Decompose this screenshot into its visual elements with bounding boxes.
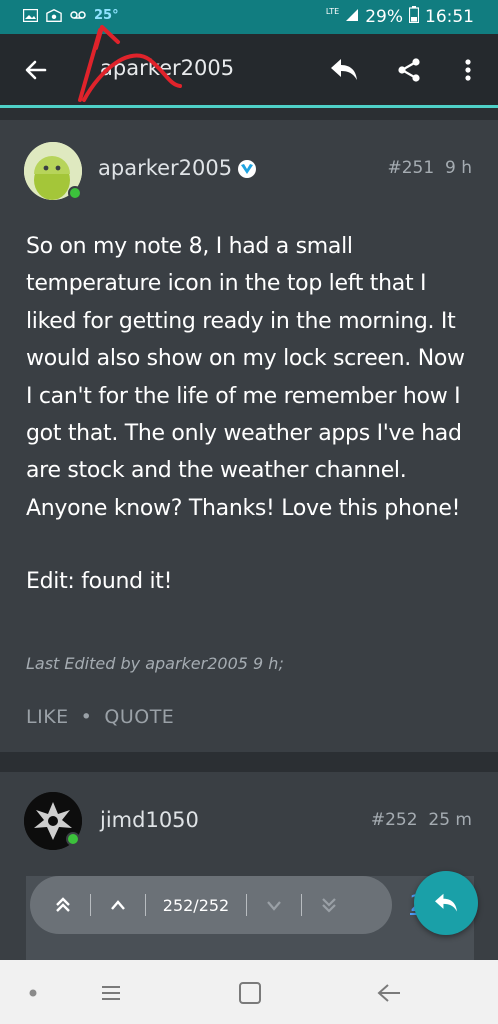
previous-page-button[interactable] — [103, 890, 133, 920]
back-icon[interactable] — [372, 976, 406, 1010]
post-username[interactable]: aparker2005 — [98, 156, 232, 180]
app-toolbar: aparker2005 — [0, 34, 498, 108]
post-username[interactable]: jimd1050 — [100, 808, 199, 832]
online-indicator — [68, 186, 82, 200]
divider — [145, 894, 146, 916]
verified-badge-icon — [238, 160, 256, 178]
first-page-button[interactable] — [48, 890, 78, 920]
post-age: 25 m — [428, 810, 472, 830]
toolbar-accent-line — [0, 105, 498, 108]
share-icon[interactable] — [391, 52, 427, 88]
home-icon[interactable] — [233, 976, 267, 1010]
page-count: 252/252 — [162, 895, 230, 915]
reply-fab[interactable] — [414, 871, 478, 935]
reply-icon — [435, 893, 457, 912]
gallery-icon — [22, 7, 38, 23]
recent-apps-icon[interactable] — [94, 976, 128, 1010]
store-icon — [46, 7, 62, 23]
action-separator: • — [80, 706, 93, 728]
signal-icon — [345, 7, 359, 27]
status-bar: 25° LTE 29% 16:51 — [0, 0, 498, 34]
battery-icon — [408, 6, 420, 28]
post-body-text: So on my note 8, I had a small temperatu… — [26, 234, 465, 521]
network-type: LTE — [325, 6, 340, 16]
post-number[interactable]: #252 — [371, 810, 418, 830]
post-number[interactable]: #251 — [387, 158, 434, 178]
divider — [301, 894, 302, 916]
online-indicator — [66, 832, 80, 846]
temperature-indicator: 25° — [94, 7, 119, 23]
post-meta: #252 25 m — [371, 810, 472, 830]
more-vert-icon[interactable] — [450, 52, 486, 88]
post-meta: #251 9 h — [387, 158, 472, 178]
quote-button[interactable]: QUOTE — [104, 706, 174, 728]
reply-icon[interactable] — [326, 52, 362, 88]
post-edit-text: Edit: found it! — [26, 569, 173, 595]
thread-title: aparker2005 — [100, 56, 235, 80]
post-body: So on my note 8, I had a small temperatu… — [26, 228, 472, 601]
battery-percent: 29% — [365, 7, 403, 27]
voicemail-icon — [70, 7, 86, 23]
clock: 16:51 — [425, 7, 474, 27]
dot-icon — [16, 976, 50, 1010]
divider — [246, 894, 247, 916]
back-arrow-icon[interactable] — [18, 52, 54, 88]
next-page-button[interactable] — [259, 890, 289, 920]
post-age: 9 h — [445, 158, 472, 178]
post-actions: LIKE • QUOTE — [26, 706, 174, 728]
page-navigator: 252/252 — [30, 876, 392, 934]
system-nav-bar — [0, 960, 498, 1024]
last-page-button[interactable] — [314, 890, 344, 920]
divider — [90, 894, 91, 916]
edited-note: Last Edited by aparker2005 9 h; — [26, 654, 284, 673]
post-card: aparker2005 #251 9 h So on my note 8, I … — [0, 120, 498, 752]
like-button[interactable]: LIKE — [26, 706, 69, 728]
